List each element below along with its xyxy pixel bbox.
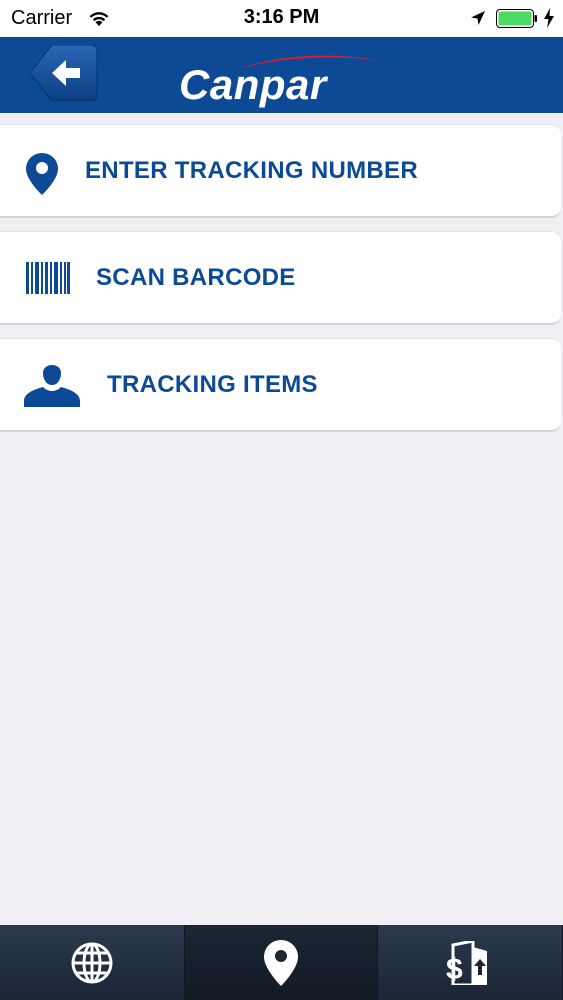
menu-item-tracking-items[interactable]: TRACKING ITEMS [0,338,561,432]
menu-item-label: ENTER TRACKING NUMBER [85,157,418,184]
canpar-logo: Canpar [175,49,387,108]
menu-item-label: SCAN BARCODE [96,264,296,291]
battery-icon [496,9,537,28]
barcode-icon [26,262,70,294]
charging-bolt-icon [544,8,554,28]
map-pin-icon [26,153,58,195]
map-pin-icon [264,940,298,986]
location-arrow-icon [471,11,485,25]
menu-item-enter-tracking-number[interactable]: ENTER TRACKING NUMBER [0,124,561,218]
back-button[interactable] [29,44,98,102]
menu-item-scan-barcode[interactable]: SCAN BARCODE [0,231,561,325]
svg-text:$: $ [446,953,463,985]
back-arrow-icon [29,44,98,102]
tab-tracking[interactable] [185,925,378,1000]
menu-item-label: TRACKING ITEMS [107,371,318,398]
tab-globe[interactable] [0,925,185,1000]
dollar-building-icon: $ [446,941,487,985]
app-header: Canpar [0,37,563,113]
globe-icon [71,942,113,984]
tab-shipping-rates[interactable]: $ [378,925,563,1000]
logo-text: Canpar [179,61,327,108]
tab-bar: $ [0,925,563,1000]
status-bar: Carrier 3:16 PM [0,0,563,37]
person-icon [24,365,80,407]
